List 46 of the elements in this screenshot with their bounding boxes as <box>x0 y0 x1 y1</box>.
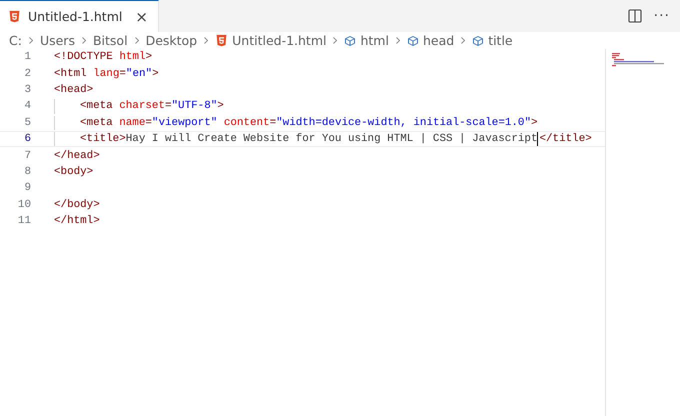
line-number: 5 <box>23 116 32 129</box>
breadcrumb-item[interactable]: C: <box>9 33 22 48</box>
chevron-icon <box>134 36 140 45</box>
line-number: 11 <box>16 215 32 228</box>
breadcrumb-item[interactable]: Untitled-1.html <box>232 33 326 48</box>
chevron-icon <box>80 36 87 45</box>
html-file-icon <box>215 34 228 47</box>
code-line: <title>Hay I will Create Website for You using HTML | CSS | Javascript </title> <box>54 132 592 146</box>
chevron-icon <box>28 36 34 45</box>
html-file-icon <box>8 10 21 23</box>
line-number: 3 <box>23 84 32 96</box>
split-editor-icon[interactable] <box>628 9 642 23</box>
line-number: 2 <box>23 68 32 80</box>
code-line: <head> <box>54 82 94 98</box>
code-line: <meta charset="UTF-8"> <box>54 99 224 114</box>
code-line: </head> <box>54 148 100 163</box>
more-actions-button[interactable]: ··· <box>654 8 670 24</box>
breadcrumb-item[interactable]: Bitsol <box>92 33 128 48</box>
cube-icon <box>406 34 419 46</box>
line-number: 9 <box>23 182 32 194</box>
code-line: </body> <box>54 198 100 212</box>
line-number: 7 <box>23 150 32 162</box>
editor-tab[interactable]: Untitled-1.html × <box>0 0 159 32</box>
code-line: </html> <box>54 214 100 228</box>
line-number: 4 <box>23 100 32 112</box>
code-line: <html lang="en"> <box>54 66 159 81</box>
chevron-icon <box>394 36 401 45</box>
breadcrumb-item[interactable]: head <box>422 33 454 48</box>
code-line: <body> <box>54 164 94 180</box>
cube-icon <box>472 34 484 46</box>
breadcrumb-item[interactable]: Users <box>40 33 75 48</box>
chevron-icon <box>460 36 466 45</box>
close-icon[interactable]: × <box>135 8 148 26</box>
code-line: <!DOCTYPE html> <box>54 50 152 64</box>
breadcrumb-item[interactable]: title <box>488 33 513 48</box>
line-number: 1 <box>23 51 32 64</box>
chevron-icon <box>203 36 210 45</box>
cube-icon <box>344 34 356 46</box>
line-number: 10 <box>16 198 32 211</box>
text-cursor <box>537 132 538 146</box>
chevron-icon <box>332 36 338 45</box>
breadcrumb-item[interactable]: html <box>360 33 389 48</box>
line-number: 6 <box>23 133 32 146</box>
line-number: 8 <box>23 166 32 178</box>
breadcrumb-item[interactable]: Desktop <box>146 33 198 48</box>
code-line: <meta name="viewport" content="width=device-width, initial-scale=1.0"> <box>54 116 538 130</box>
